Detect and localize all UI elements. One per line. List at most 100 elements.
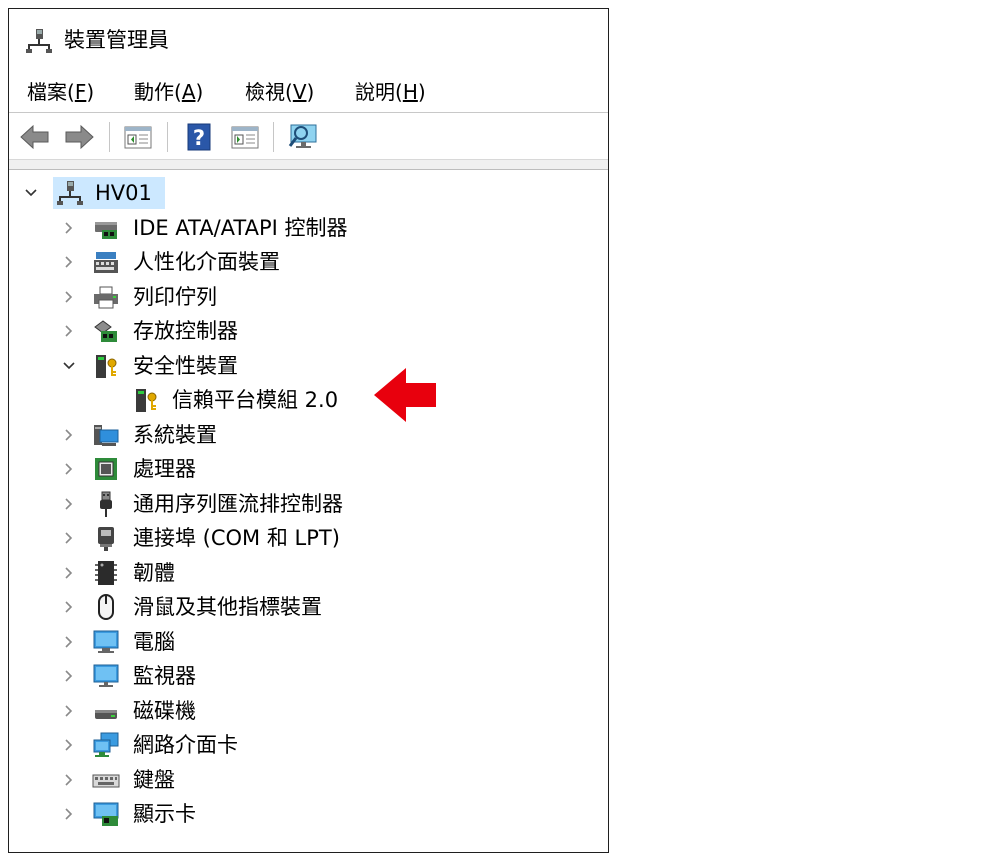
tree-item-label: 列印佇列	[133, 284, 217, 309]
display-adapter-icon	[93, 802, 119, 826]
tree-item-label: 滑鼠及其他指標裝置	[133, 595, 322, 619]
svg-text:?: ?	[193, 126, 205, 150]
tree-item-label: 系統裝置	[133, 422, 217, 447]
chevron-right-icon[interactable]	[61, 634, 77, 650]
chevron-right-icon[interactable]	[61, 254, 77, 270]
device-tree: HV01 IDE ATA/ATAPI 控制器 人性化介面裝置 列印佇列存放控制器安全性…	[9, 172, 608, 852]
tree-node[interactable]: 通用序列匯流排控制器	[9, 487, 608, 521]
tree-node[interactable]: 顯示卡	[9, 797, 608, 831]
security-device-icon	[96, 354, 117, 378]
menu-help-close: )	[417, 80, 426, 104]
chevron-right-icon[interactable]	[61, 703, 77, 719]
tree-item-label: 人性化介面裝置	[133, 250, 280, 274]
toolbar: ?	[9, 112, 608, 160]
chevron-right-icon[interactable]	[61, 737, 77, 753]
tree-item-label: HV01	[95, 181, 152, 205]
chevron-right-icon[interactable]	[61, 461, 77, 477]
tree-root-node[interactable]: HV01	[9, 176, 608, 210]
tree-node[interactable]: 電腦	[9, 625, 608, 659]
printer-icon	[94, 286, 118, 308]
keyboard-icon	[92, 774, 120, 787]
chevron-right-icon[interactable]	[61, 530, 77, 546]
toolbar-separator	[109, 122, 110, 152]
help-icon[interactable]: ?	[183, 121, 215, 153]
menu-action[interactable]: 動作(A)	[134, 79, 203, 105]
tree-node[interactable]: 存放控制器	[9, 314, 608, 348]
tree-node[interactable]: 滑鼠及其他指標裝置	[9, 590, 608, 624]
tree-node[interactable]: 列印佇列	[9, 280, 608, 314]
properties-icon[interactable]	[122, 121, 154, 153]
tree-node[interactable]: 監視器	[9, 659, 608, 693]
tree-item-label: 韌體	[133, 560, 175, 585]
device-manager-window: 裝置管理員 檔案(F) 動作(A) 檢視(V) 說明(H) ? HV01 IDE…	[8, 8, 609, 853]
hid-icon	[94, 252, 118, 273]
forward-arrow-icon[interactable]	[63, 121, 95, 153]
tree-item-label: 監視器	[133, 664, 196, 688]
computer-root-icon	[57, 181, 83, 205]
scan-hardware-icon[interactable]	[287, 121, 319, 153]
firmware-icon	[95, 560, 117, 585]
tree-item-label: IDE ATA/ATAPI 控制器	[133, 215, 348, 240]
tree-item-label: 磁碟機	[133, 698, 196, 723]
tree-item-label: 信賴平台模組 2.0	[172, 388, 339, 412]
mouse-icon	[98, 594, 114, 620]
window-title: 裝置管理員	[64, 28, 169, 52]
tree-item-label: 安全性裝置	[133, 353, 238, 378]
tree-item-label: 鍵盤	[133, 767, 175, 792]
chevron-down-icon[interactable]	[61, 358, 77, 374]
tree-node[interactable]: 網路介面卡	[9, 728, 608, 762]
tree-node[interactable]: 鍵盤	[9, 763, 608, 797]
chevron-down-icon[interactable]	[23, 185, 39, 201]
tree-node[interactable]: 連接埠 (COM 和 LPT)	[9, 521, 608, 555]
tree-node[interactable]: 人性化介面裝置	[9, 245, 608, 279]
menu-file-accelerator: F	[74, 80, 87, 104]
chevron-right-icon[interactable]	[61, 565, 77, 581]
toolbar-separator	[273, 122, 274, 152]
tree-node[interactable]: 系統裝置	[9, 418, 608, 452]
tree-node[interactable]: 處理器	[9, 452, 608, 486]
device-manager-icon	[26, 29, 52, 53]
chevron-right-icon[interactable]	[61, 496, 77, 512]
storage-controller-icon	[94, 320, 117, 342]
update-driver-icon[interactable]	[229, 121, 261, 153]
menu-help-label: 說明(	[355, 80, 403, 104]
usb-controller-icon	[100, 491, 112, 517]
tree-item-label: 網路介面卡	[133, 733, 238, 757]
tree-child-node[interactable]: 信賴平台模組 2.0	[9, 383, 608, 417]
tpm-icon	[136, 389, 157, 412]
chevron-right-icon[interactable]	[61, 599, 77, 615]
disk-drive-icon	[95, 709, 117, 719]
menu-file[interactable]: 檔案(F)	[27, 79, 94, 105]
computer-icon	[93, 630, 119, 653]
chevron-right-icon[interactable]	[61, 289, 77, 305]
toolbar-separator	[167, 122, 168, 152]
back-arrow-icon[interactable]	[19, 121, 51, 153]
tree-node[interactable]: 安全性裝置	[9, 349, 608, 383]
menu-help[interactable]: 說明(H)	[355, 79, 426, 105]
tree-item-label: 通用序列匯流排控制器	[133, 491, 343, 516]
red-annotation-arrow-icon	[374, 368, 436, 422]
processor-icon	[95, 458, 117, 480]
menu-file-close: )	[86, 80, 95, 104]
menu-view-close: )	[306, 80, 315, 104]
chevron-right-icon[interactable]	[61, 668, 77, 684]
chevron-right-icon[interactable]	[61, 806, 77, 822]
menu-bar: 檔案(F) 動作(A) 檢視(V) 說明(H)	[9, 73, 608, 111]
tree-node[interactable]: 磁碟機	[9, 694, 608, 728]
ide-controller-icon	[95, 221, 117, 239]
tree-node[interactable]: 韌體	[9, 556, 608, 590]
menu-view-accelerator: V	[292, 80, 307, 104]
chevron-right-icon[interactable]	[61, 323, 77, 339]
chevron-right-icon[interactable]	[61, 772, 77, 788]
port-icon	[98, 527, 114, 551]
tree-node[interactable]: IDE ATA/ATAPI 控制器	[9, 211, 608, 245]
tree-item-label: 顯示卡	[133, 802, 196, 826]
tree-item-label: 處理器	[133, 457, 196, 481]
system-device-icon	[94, 424, 119, 446]
tree-item-label: 電腦	[133, 629, 175, 654]
menu-view[interactable]: 檢視(V)	[245, 79, 314, 105]
chevron-right-icon[interactable]	[61, 220, 77, 236]
chevron-right-icon[interactable]	[61, 427, 77, 443]
title-bar: 裝置管理員	[9, 9, 608, 69]
network-adapter-icon	[93, 732, 119, 757]
